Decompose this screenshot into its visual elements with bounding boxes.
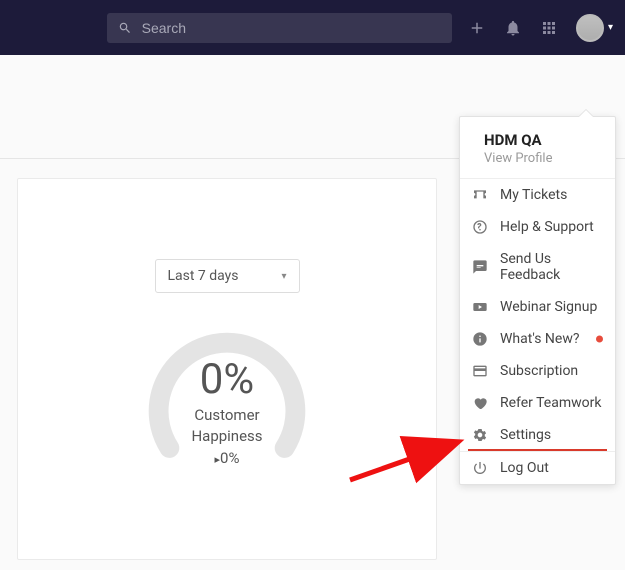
- caret-down-icon: ▾: [281, 271, 286, 282]
- bell-icon[interactable]: [504, 19, 522, 37]
- avatar: [576, 14, 604, 42]
- menu-item-label: My Tickets: [500, 187, 567, 203]
- page: Last 7 days ▾ 0% Customer Happiness ▸0% …: [0, 55, 625, 570]
- gauge-delta: ▸0%: [191, 449, 262, 467]
- gauge-percent: 0%: [191, 355, 262, 404]
- menu-item-label: Send Us Feedback: [500, 251, 603, 283]
- menu-item-label: Log Out: [500, 460, 549, 476]
- help-icon: [472, 219, 488, 235]
- heart-icon: [472, 395, 488, 411]
- search-field[interactable]: [107, 13, 452, 43]
- apps-icon[interactable]: [540, 19, 558, 37]
- menu-item-label: What's New?: [500, 331, 579, 347]
- menu-username: HDM QA: [484, 131, 599, 149]
- menu-item-my-tickets[interactable]: My Tickets: [460, 179, 615, 211]
- topbar: ▾: [0, 0, 625, 55]
- happiness-card: Last 7 days ▾ 0% Customer Happiness ▸0%: [17, 178, 437, 560]
- menu-item-label: Webinar Signup: [500, 299, 597, 315]
- chevron-down-icon: ▾: [608, 22, 613, 33]
- menu-item-logout[interactable]: Log Out: [460, 451, 615, 484]
- menu-item-settings[interactable]: Settings: [460, 419, 615, 451]
- card-icon: [472, 363, 488, 379]
- power-icon: [472, 460, 488, 476]
- date-range-dropdown[interactable]: Last 7 days ▾: [155, 259, 300, 293]
- user-menu-trigger[interactable]: ▾: [576, 14, 613, 42]
- search-icon: [117, 19, 134, 37]
- user-menu: HDM QA View Profile My Tickets Help & Su…: [459, 116, 616, 485]
- view-profile-link[interactable]: View Profile: [484, 151, 599, 166]
- gauge-label-1: Customer: [191, 406, 262, 425]
- notification-dot: [596, 336, 603, 343]
- gear-icon: [472, 427, 488, 443]
- menu-item-label: Help & Support: [500, 219, 594, 235]
- menu-item-help[interactable]: Help & Support: [460, 211, 615, 243]
- menu-item-feedback[interactable]: Send Us Feedback: [460, 243, 615, 291]
- video-icon: [472, 299, 488, 315]
- delta-value: 0%: [220, 449, 239, 467]
- info-icon: [472, 331, 488, 347]
- add-icon[interactable]: [468, 19, 486, 37]
- menu-item-webinar[interactable]: Webinar Signup: [460, 291, 615, 323]
- topbar-actions: ▾: [468, 14, 613, 42]
- date-range-label: Last 7 days: [168, 268, 239, 284]
- menu-item-label: Subscription: [500, 363, 578, 379]
- menu-item-refer[interactable]: Refer Teamwork: [460, 387, 615, 419]
- gauge-label-2: Happiness: [191, 427, 262, 446]
- menu-item-whatsnew[interactable]: What's New?: [460, 323, 615, 355]
- menu-item-label: Refer Teamwork: [500, 395, 601, 411]
- chat-icon: [472, 259, 488, 275]
- menu-item-label: Settings: [500, 427, 551, 443]
- gauge: 0% Customer Happiness ▸0%: [137, 313, 317, 493]
- menu-header: HDM QA View Profile: [460, 117, 615, 179]
- ticket-icon: [472, 187, 488, 203]
- search-input[interactable]: [142, 20, 442, 36]
- menu-item-subscription[interactable]: Subscription: [460, 355, 615, 387]
